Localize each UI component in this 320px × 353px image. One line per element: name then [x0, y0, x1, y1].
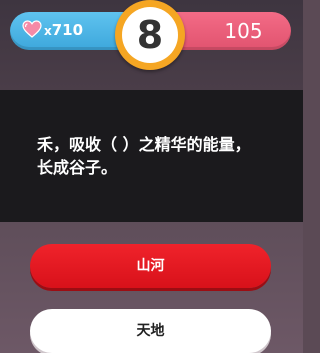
lives-count: x710 [44, 20, 83, 40]
question-line-2: 长成谷子。 [37, 158, 118, 177]
lives-value: 710 [51, 21, 84, 39]
lives-prefix: x [44, 24, 52, 38]
timer-countdown: 8 [122, 7, 178, 63]
question-line-1: 禾，吸收（ ）之精华的能量， [37, 135, 251, 154]
answer-button-2[interactable]: 天地 [30, 309, 271, 353]
answer-button-1[interactable]: 山河 [30, 244, 271, 288]
heart-icon [22, 20, 42, 38]
question-text: 禾，吸收（ ）之精华的能量， 长成谷子。 [37, 133, 277, 179]
